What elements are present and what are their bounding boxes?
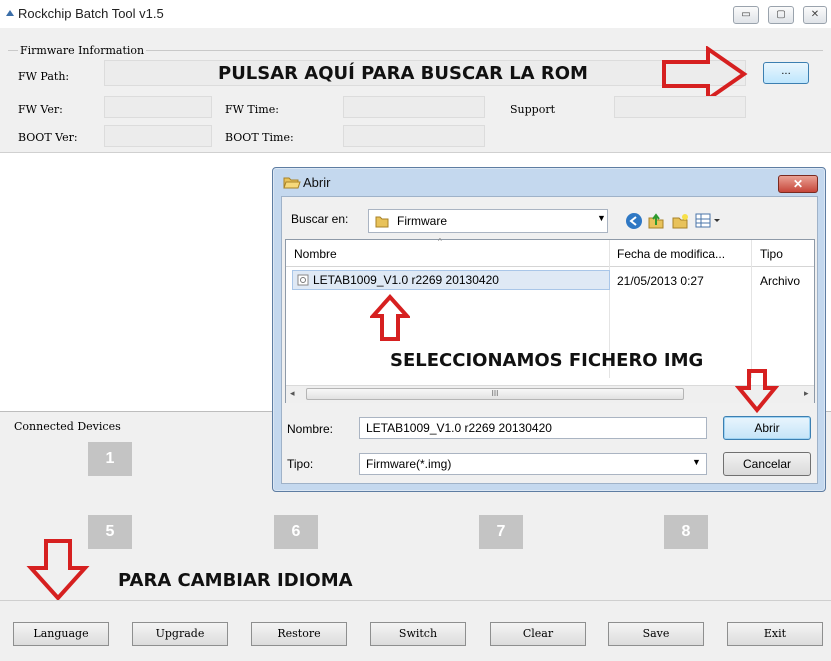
file-modified: 21/05/2013 0:27 xyxy=(617,274,704,288)
folder-open-icon xyxy=(283,177,301,189)
fw-ver-label: FW Ver: xyxy=(18,103,63,116)
boot-time-field xyxy=(343,125,485,147)
cancel-button[interactable]: Cancelar xyxy=(723,452,811,476)
firmware-info-legend: Firmware Information xyxy=(18,44,147,57)
restore-button[interactable]: Restore xyxy=(251,622,347,646)
scroll-right-icon[interactable]: ▸ xyxy=(804,388,809,399)
arrow-right-icon xyxy=(662,46,748,102)
look-in-select[interactable]: Firmware ▼ xyxy=(368,209,608,233)
minimize-button[interactable]: ▭ xyxy=(733,6,759,24)
arrow-down-icon xyxy=(735,369,779,414)
fw-time-label: FW Time: xyxy=(225,103,279,116)
annotation-browse-rom: PULSAR AQUÍ PARA BUSCAR LA ROM xyxy=(218,63,588,84)
scroll-thumb[interactable]: III xyxy=(306,388,684,400)
upgrade-button[interactable]: Upgrade xyxy=(132,622,228,646)
support-field xyxy=(614,96,746,118)
device-slot-8[interactable]: 8 xyxy=(664,515,708,549)
file-icon xyxy=(297,274,309,286)
new-folder-icon[interactable] xyxy=(671,212,689,230)
open-file-dialog: Abrir ✕ Buscar en: Firmware ▼ Nombre ^ F… xyxy=(272,167,826,492)
maximize-button[interactable]: ▢ xyxy=(768,6,794,24)
scroll-left-icon[interactable]: ◂ xyxy=(290,388,295,399)
open-button[interactable]: Abrir xyxy=(723,416,811,440)
device-slot-5[interactable]: 5 xyxy=(88,515,132,549)
sort-caret-icon: ^ xyxy=(438,237,442,246)
filetype-label: Tipo: xyxy=(287,457,314,471)
look-in-label: Buscar en: xyxy=(291,212,349,226)
file-type: Archivo xyxy=(760,274,801,288)
app-icon xyxy=(6,10,14,16)
up-folder-icon[interactable] xyxy=(647,212,665,230)
filename-value: LETAB1009_V1.0 r2269 20130420 xyxy=(366,421,552,435)
title-bar: Rockchip Batch Tool v1.5 ▭ ▢ ✕ xyxy=(0,0,831,28)
file-name: LETAB1009_V1.0 r2269 20130420 xyxy=(313,273,499,287)
window-title: Rockchip Batch Tool v1.5 xyxy=(18,6,164,21)
bottom-separator xyxy=(0,600,831,601)
annotation-change-language: PARA CAMBIAR IDIOMA xyxy=(118,570,353,591)
filetype-value: Firmware(*.img) xyxy=(366,457,452,471)
support-label: Support xyxy=(510,103,556,116)
clear-button[interactable]: Clear xyxy=(490,622,586,646)
boot-ver-label: BOOT Ver: xyxy=(18,131,78,144)
column-header-modified[interactable]: Fecha de modifica... xyxy=(617,247,725,261)
back-icon[interactable] xyxy=(625,212,643,230)
arrow-up-icon xyxy=(370,294,410,341)
fw-path-label: FW Path: xyxy=(18,70,70,83)
chevron-down-icon: ▼ xyxy=(692,457,701,467)
language-button[interactable]: Language xyxy=(13,622,109,646)
boot-time-label: BOOT Time: xyxy=(225,131,294,144)
boot-ver-field xyxy=(104,125,212,147)
fw-ver-field xyxy=(104,96,212,118)
device-slot-6[interactable]: 6 xyxy=(274,515,318,549)
close-button[interactable]: ✕ xyxy=(803,6,827,24)
browse-firmware-button[interactable]: ... xyxy=(763,62,809,84)
filename-input[interactable]: LETAB1009_V1.0 r2269 20130420 xyxy=(359,417,707,439)
folder-icon xyxy=(375,216,389,228)
save-button[interactable]: Save xyxy=(608,622,704,646)
exit-button[interactable]: Exit xyxy=(727,622,823,646)
device-slot-1[interactable]: 1 xyxy=(88,442,132,476)
switch-button[interactable]: Switch xyxy=(370,622,466,646)
look-in-value: Firmware xyxy=(397,214,447,228)
filetype-select[interactable]: Firmware(*.img) ▼ xyxy=(359,453,707,475)
column-header-name[interactable]: Nombre xyxy=(294,247,337,261)
connected-devices-label: Connected Devices xyxy=(14,420,121,433)
file-row[interactable]: LETAB1009_V1.0 r2269 20130420 xyxy=(292,270,610,290)
view-menu-icon[interactable] xyxy=(695,212,723,230)
annotation-select-img: SELECCIONAMOS FICHERO IMG xyxy=(390,350,704,371)
column-separator xyxy=(751,240,752,378)
dialog-title: Abrir xyxy=(303,175,331,190)
arrow-down-icon xyxy=(26,539,90,601)
fw-time-field xyxy=(343,96,485,118)
device-slot-7[interactable]: 7 xyxy=(479,515,523,549)
chevron-down-icon: ▼ xyxy=(597,213,606,223)
filename-label: Nombre: xyxy=(287,422,334,436)
file-list-header: Nombre ^ Fecha de modifica... Tipo xyxy=(286,237,814,267)
column-header-type[interactable]: Tipo xyxy=(760,247,783,261)
dialog-close-button[interactable]: ✕ xyxy=(778,175,818,193)
